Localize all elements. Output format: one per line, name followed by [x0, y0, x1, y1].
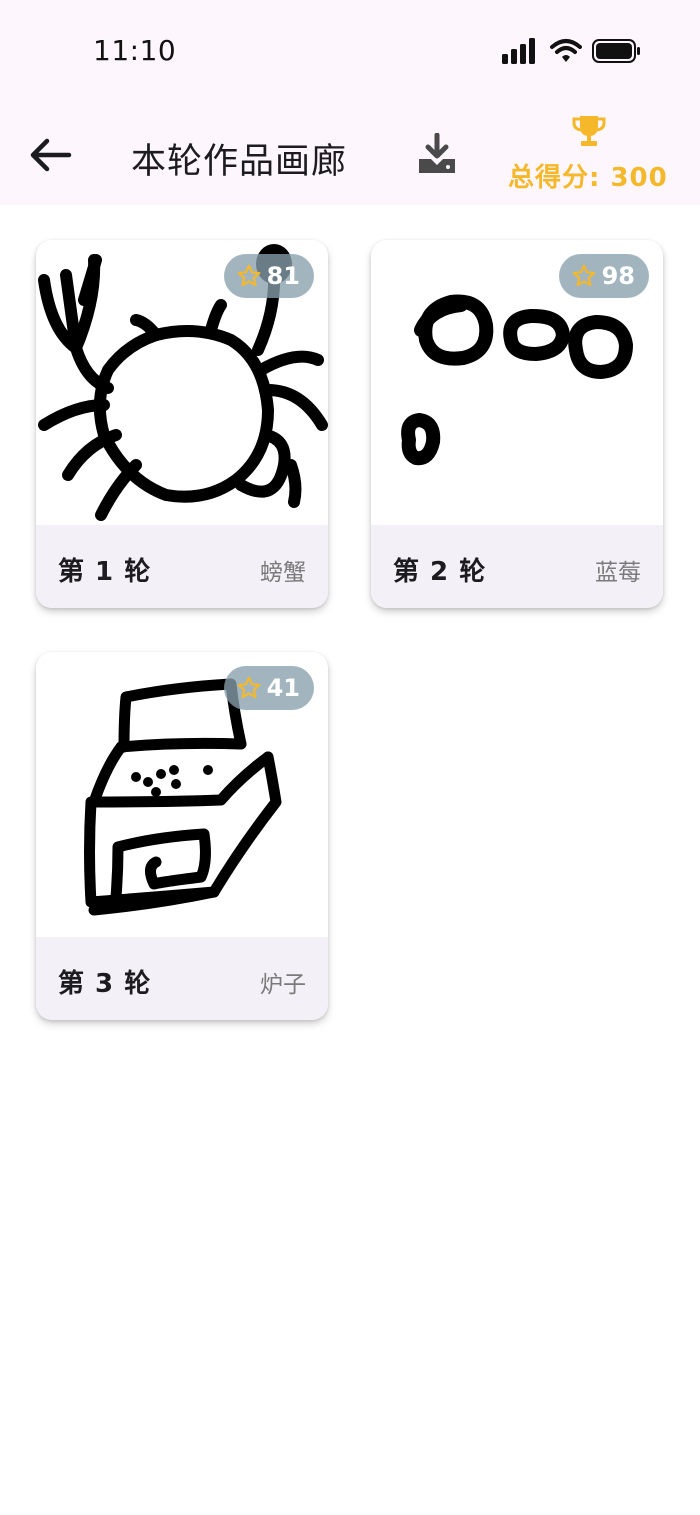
- arrow-left-icon: [30, 138, 72, 172]
- download-icon: [419, 133, 455, 173]
- score-value: 98: [601, 262, 635, 290]
- round-label: 第 3 轮: [58, 969, 152, 999]
- score-value: 81: [266, 262, 300, 290]
- total-score: 总得分: 300: [505, 112, 675, 193]
- score-badge: 98: [558, 254, 649, 298]
- word-label: 炉子: [260, 972, 306, 998]
- trophy-icon: [572, 116, 606, 146]
- gallery-card-round-1[interactable]: 81 第 1 轮 螃蟹: [36, 240, 328, 608]
- round-label: 第 1 轮: [58, 557, 152, 587]
- star-outline-icon: [237, 264, 260, 287]
- score-badge: 81: [223, 254, 314, 298]
- signal-icon: [502, 38, 535, 64]
- card-footer: 第 1 轮 螃蟹: [36, 525, 328, 608]
- total-score-label: 总得分: 300: [508, 163, 668, 193]
- card-footer: 第 3 轮 炉子: [36, 937, 328, 1020]
- download-button[interactable]: [410, 128, 464, 180]
- round-label: 第 2 轮: [393, 557, 487, 587]
- star-outline-icon: [572, 264, 595, 287]
- wifi-icon: [550, 39, 582, 62]
- card-footer: 第 2 轮 蓝莓: [371, 525, 663, 608]
- word-label: 蓝莓: [595, 560, 641, 586]
- battery-icon: [592, 39, 640, 63]
- gallery-card-round-2[interactable]: 98 第 2 轮 蓝莓: [371, 240, 663, 608]
- star-outline-icon: [237, 676, 260, 699]
- score-value: 41: [266, 674, 300, 702]
- score-badge: 41: [223, 666, 314, 710]
- app-bar: 11:10 本轮作品画廊 总得分: 300: [0, 0, 700, 205]
- word-label: 螃蟹: [260, 560, 306, 586]
- status-time: 11:10: [93, 34, 177, 67]
- back-button[interactable]: [22, 130, 78, 180]
- gallery-card-round-3[interactable]: 41 第 3 轮 炉子: [36, 652, 328, 1020]
- page-title: 本轮作品画廊: [131, 142, 348, 182]
